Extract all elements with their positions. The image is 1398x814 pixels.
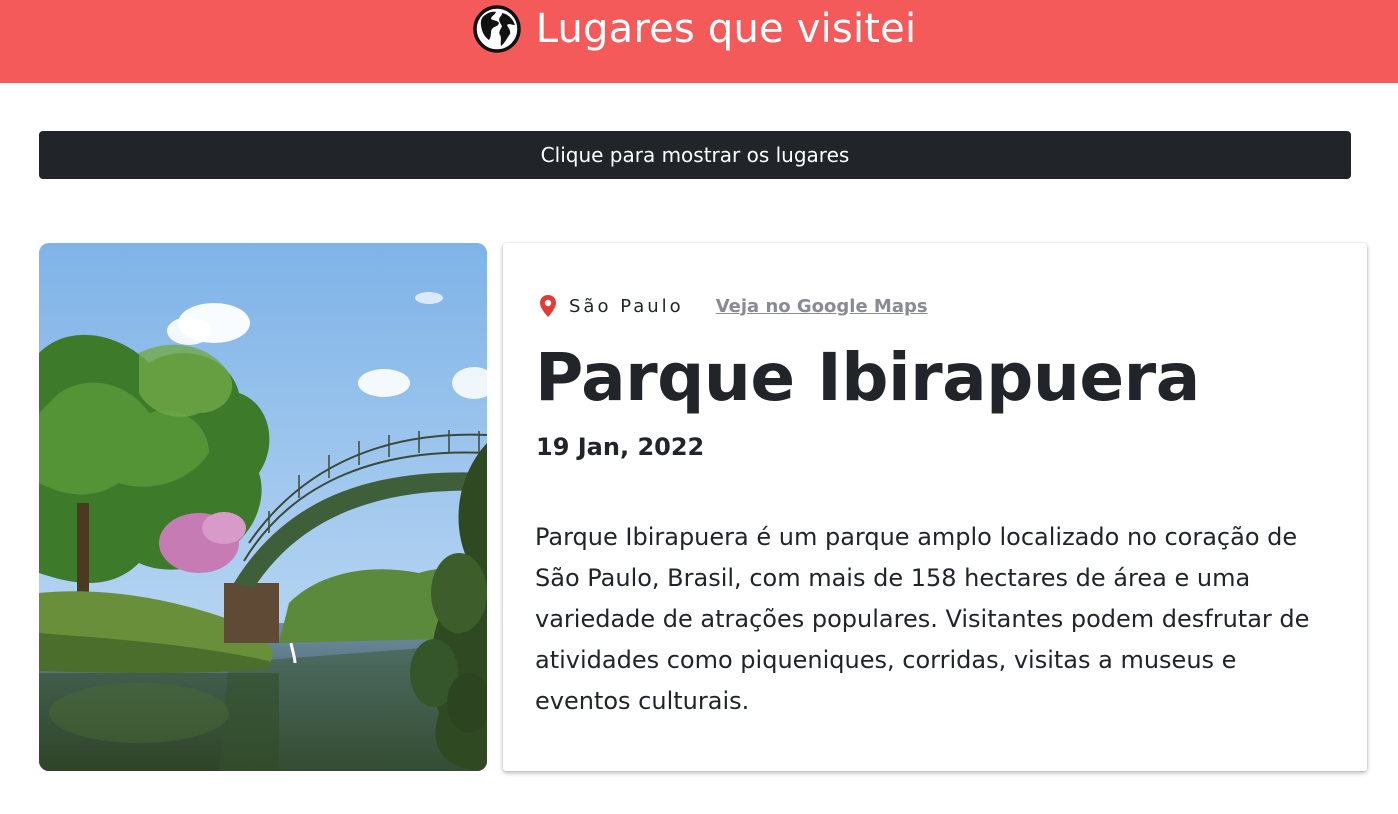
location-label: São Paulo [569, 295, 684, 317]
page-title: Lugares que visitei [535, 6, 917, 52]
google-maps-link[interactable]: Veja no Google Maps [716, 296, 928, 317]
map-pin-icon [537, 294, 559, 318]
place-title: Parque Ibirapuera [535, 339, 1200, 416]
app-header: Lugares que visitei [0, 0, 1398, 83]
place-photo [39, 243, 487, 771]
globe-icon [472, 4, 522, 54]
header-content: Lugares que visitei [472, 0, 917, 58]
visit-date: 19 Jan, 2022 [536, 433, 705, 461]
location-row: São Paulo Veja no Google Maps [537, 293, 928, 319]
place-description: Parque Ibirapuera é um parque amplo loca… [535, 523, 1310, 715]
place-card: São Paulo Veja no Google Maps Parque Ibi… [503, 243, 1367, 771]
show-places-button[interactable]: Clique para mostrar os lugares [39, 131, 1351, 179]
